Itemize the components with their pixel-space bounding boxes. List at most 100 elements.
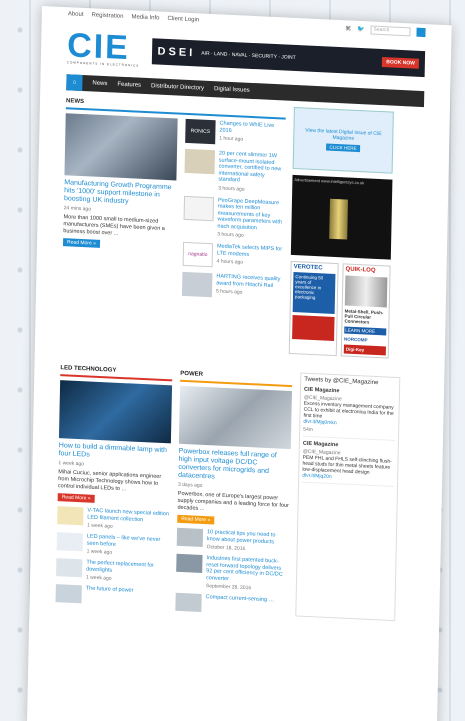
web-page: About Registration Media Info Client Log…: [26, 6, 452, 721]
search-input[interactable]: Search: [370, 25, 411, 37]
twitter-widget: Tweets by @CIE_Magazine CIE Magazine @CI…: [295, 372, 401, 622]
list-item[interactable]: 10 practical tips you need to know about…: [176, 527, 289, 554]
power-item-title[interactable]: Industries first patented buck-reset for…: [206, 555, 288, 585]
news-read-more-button[interactable]: Read More »: [62, 238, 101, 248]
norcomp-logo: NORCOMP: [344, 336, 368, 343]
list-item[interactable]: Compact current-sensing …: [175, 592, 287, 616]
news-side-headline[interactable]: MediaTek selects MIPS for LTE modems: [217, 243, 283, 259]
power-headline[interactable]: Powerbox releases full range of high inp…: [178, 448, 291, 485]
client-login-link[interactable]: Client Login: [167, 16, 199, 26]
power-thumb: [176, 527, 204, 547]
news-feature-excerpt: More than 1000 small to medium-sized man…: [63, 214, 165, 237]
power-item-title[interactable]: Compact current-sensing …: [206, 594, 275, 604]
connector-image: [344, 275, 388, 308]
power-item-title[interactable]: 10 practical tips you need to know about…: [207, 529, 289, 546]
news-side-headline[interactable]: 20 per cent slimmer 1W surface-mount iso…: [218, 150, 285, 186]
nav-digital-issues[interactable]: Digital Issues: [214, 86, 250, 94]
registration-link[interactable]: Registration: [91, 12, 123, 23]
learn-more-button[interactable]: LEARN MORE: [344, 326, 387, 336]
tweet[interactable]: CIE Magazine @CIE_Magazine PEM FHL and F…: [302, 440, 395, 487]
led-read-more-button[interactable]: Read More »: [57, 493, 95, 503]
list-item[interactable]: nagnatio MediaTek selects MIPS for LTE m…: [182, 241, 283, 271]
news-feature-headline[interactable]: Manufacturing Growth Programme hits '100…: [64, 179, 176, 208]
home-icon[interactable]: ⌂: [66, 74, 83, 91]
verotec-text: Continuing 50 years of excellence in ele…: [292, 272, 336, 315]
list-item[interactable]: PeoGrape DeepMeasure makes ten million m…: [183, 195, 284, 240]
led-feature-image[interactable]: [58, 380, 173, 444]
led-item-title[interactable]: The future of power: [86, 586, 134, 595]
led-item-time: 1 week ago: [86, 548, 113, 556]
led-item-title[interactable]: V-TAC launch new special edition LED fil…: [87, 508, 169, 525]
news-thumb: nagnatio: [182, 241, 214, 268]
twitter-icon[interactable]: 🐦: [357, 26, 365, 33]
verotec-ad[interactable]: VEROTEC Continuing 50 years of excellenc…: [288, 260, 339, 357]
news-side-list: RONICS Changes to WhIE Live 2016 1 hour …: [181, 118, 286, 307]
cie-digital-issue-ad[interactable]: View the latest Digital Issue of CIE Mag…: [292, 106, 394, 174]
dsei-banner-ad[interactable]: DSEI AIR · LAND · NAVAL · SECURITY · JOI…: [151, 38, 426, 78]
news-side-headline[interactable]: PeoGrape DeepMeasure makes ten million m…: [217, 197, 284, 233]
news-side-headline[interactable]: HARTING receives quality award from Hita…: [216, 273, 282, 289]
power-thumb: [176, 553, 203, 573]
about-link[interactable]: About: [68, 11, 84, 21]
book-now-button[interactable]: BOOK NOW: [382, 57, 419, 69]
list-item[interactable]: 20 per cent slimmer 1W surface-mount iso…: [184, 148, 285, 194]
news-section: NEWS Manufacturing Growth Programme hits…: [61, 90, 287, 353]
news-side-time: 3 hours ago: [217, 231, 244, 239]
led-thumb: [56, 532, 83, 552]
led-thumb: [57, 506, 84, 526]
content-columns: NEWS Manufacturing Growth Programme hits…: [35, 89, 450, 361]
list-item[interactable]: Industries first patented buck-reset for…: [176, 553, 289, 593]
news-side-time: 5 hours ago: [215, 288, 243, 296]
power-excerpt: Powerbox, one of Europe's largest power …: [177, 490, 289, 513]
news-thumb: [183, 195, 215, 221]
nav-distributor-directory[interactable]: Distributor Directory: [151, 83, 204, 91]
power-feature-image[interactable]: [178, 385, 292, 450]
verotec-logo: VEROTEC: [293, 264, 323, 272]
red-ad-block: [292, 315, 335, 342]
list-item[interactable]: LED panels – like we've never seen befor…: [56, 532, 169, 558]
power-label: POWER: [180, 362, 293, 388]
list-item[interactable]: RONICS Changes to WhIE Live 2016 1 hour …: [185, 118, 285, 148]
news-side-time: 4 hours ago: [216, 258, 244, 266]
led-thumb: [55, 584, 82, 604]
search-button[interactable]: [416, 27, 426, 38]
media-info-link[interactable]: Media Info: [131, 14, 159, 24]
led-item-title[interactable]: LED panels – like we've never seen befor…: [87, 534, 169, 551]
banner-tagline: AIR · LAND · NAVAL · SECURITY · JOINT: [201, 50, 296, 61]
news-side-time: 3 hours ago: [218, 184, 245, 193]
tweets-header[interactable]: Tweets by @CIE_Magazine: [304, 377, 396, 387]
product-image: [329, 198, 349, 240]
power-item-time: September 28, 2016: [205, 583, 252, 592]
cie-ad-text: View the latest Digital Issue of CIE Mag…: [305, 127, 382, 142]
site-logo[interactable]: CIE COMPONENTS IN ELECTRONICS: [67, 26, 140, 67]
power-read-more-button[interactable]: Read More »: [177, 514, 215, 525]
list-item[interactable]: HARTING receives quality award from Hita…: [181, 271, 282, 301]
tweet[interactable]: CIE Magazine @CIE_Magazine Excess invent…: [303, 386, 397, 441]
power-item-time: October 18, 2016: [206, 544, 246, 552]
nav-news[interactable]: News: [92, 80, 107, 87]
video-ad-label: Advertisement www.intelligentsys.co.uk: [294, 177, 365, 186]
list-item[interactable]: V-TAC launch new special edition LED fil…: [57, 506, 169, 532]
news-side-time: 1 hour ago: [219, 135, 244, 143]
news-thumb: [184, 148, 216, 175]
category-columns: LED TECHNOLOGY How to build a dimmable l…: [29, 356, 444, 623]
news-feature-image[interactable]: [64, 113, 178, 181]
news-feature: Manufacturing Growth Programme hits '100…: [62, 113, 178, 301]
video-ad[interactable]: Advertisement www.intelligentsys.co.uk: [290, 174, 393, 260]
nav-features[interactable]: Features: [117, 82, 141, 89]
news-grid: Manufacturing Growth Programme hits '100…: [62, 113, 286, 306]
ad-pair: VEROTEC Continuing 50 years of excellenc…: [288, 260, 391, 359]
rss-icon[interactable]: ⌘: [345, 25, 351, 32]
power-thumb: [175, 592, 202, 612]
power-section: POWER Powerbox releases full range of hi…: [175, 362, 293, 616]
list-item[interactable]: The future of power: [55, 584, 168, 607]
quikloq-text: Metal-Shell, Push-Pull Circular Connecto…: [344, 308, 384, 325]
quikloq-ad[interactable]: QUIK-LOQ Metal-Shell, Push-Pull Circular…: [340, 263, 391, 359]
banner-brand: DSEI: [157, 45, 196, 60]
led-item-title[interactable]: The perfect replacement for downlights: [86, 560, 168, 577]
digikey-logo[interactable]: Digi-Key: [343, 344, 386, 356]
click-here-button[interactable]: CLICK HERE: [326, 143, 360, 153]
news-side-headline[interactable]: Changes to WhIE Live 2016: [219, 120, 285, 136]
led-item-time: 1 week ago: [87, 522, 113, 530]
list-item[interactable]: The perfect replacement for downlights 1…: [56, 558, 168, 584]
